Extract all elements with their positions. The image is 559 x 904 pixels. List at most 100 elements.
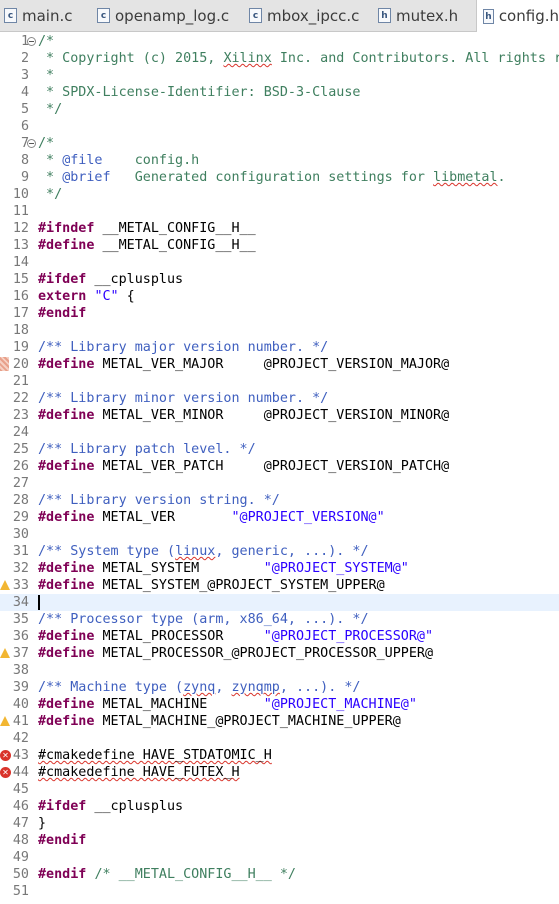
line-number: 31 <box>12 544 29 559</box>
code-line[interactable]: 30 <box>0 526 559 543</box>
code-line[interactable]: 27 <box>0 475 559 492</box>
code-token: , generic, ...). */ <box>215 544 369 559</box>
code-line[interactable]: ✕ 44 #cmakedefine HAVE_FUTEX_H <box>0 764 559 781</box>
code-line[interactable]: 7 /* <box>0 135 559 152</box>
code-line[interactable]: 12 #ifndef __METAL_CONFIG__H__ <box>0 220 559 237</box>
code-line[interactable]: 32 #define METAL_SYSTEM "@PROJECT_SYSTEM@… <box>0 560 559 577</box>
code-line[interactable]: 31 /** System type (linux, generic, ...).… <box>0 543 559 560</box>
code-line[interactable]: 34 <box>0 594 559 611</box>
code-token: METAL_VER <box>94 510 232 525</box>
code-line[interactable]: 40 #define METAL_MACHINE "@PROJECT_MACHIN… <box>0 696 559 713</box>
line-number: 51 <box>12 884 29 899</box>
code-line[interactable]: 23 #define METAL_VER_MINOR @PROJECT_VERSI… <box>0 407 559 424</box>
code-line[interactable]: 6 <box>0 118 559 135</box>
code-line[interactable]: 4 * SPDX-License-Identifier: BSD-3-Claus… <box>0 84 559 101</box>
code-line[interactable]: 38 <box>0 662 559 679</box>
line-number: 13 <box>12 238 29 253</box>
line-number: 18 <box>12 323 29 338</box>
code-token: Inc. and Contributors. All rights r <box>271 51 559 66</box>
code-line[interactable]: 5 */ <box>0 101 559 118</box>
code-line[interactable]: 46 #ifdef __cplusplus <box>0 798 559 815</box>
code-line[interactable]: 16 extern "C" { <box>0 288 559 305</box>
fold-toggle-icon[interactable] <box>27 139 36 148</box>
line-number: 33 <box>12 578 29 593</box>
code-line[interactable]: 49 <box>0 849 559 866</box>
code-line[interactable]: 21 <box>0 373 559 390</box>
code-line[interactable]: 15 #ifdef __cplusplus <box>0 271 559 288</box>
code-line[interactable]: 18 <box>0 322 559 339</box>
code-token: @brief <box>62 170 111 185</box>
code-line[interactable]: 47} <box>0 815 559 832</box>
code-line[interactable]: 22 /** Library minor version number. */ <box>0 390 559 407</box>
code-text: #cmakedefine HAVE_STDATOMIC_H <box>38 747 272 764</box>
line-number: 21 <box>12 374 29 389</box>
code-line[interactable]: 19 /** Library major version number. */ <box>0 339 559 356</box>
line-number: 44 <box>12 765 29 780</box>
code-line[interactable]: 41 #define METAL_MACHINE_@PROJECT_MACHINE… <box>0 713 559 730</box>
code-token: #cmakedefine HAVE_STDATOMIC_H <box>38 748 272 763</box>
code-text: /** Processor type (arm, x86_64, ...). *… <box>38 611 369 628</box>
line-number: 7 <box>20 136 29 151</box>
line-number: 1 <box>20 34 29 49</box>
code-line[interactable]: 17 #endif <box>0 305 559 322</box>
code-text: /** System type (linux, generic, ...). *… <box>38 543 369 560</box>
line-number: 39 <box>12 680 29 695</box>
tab-config-h[interactable]: h config.h <box>476 0 559 32</box>
code-token: #define <box>38 714 95 729</box>
code-token: #ifdef <box>38 799 87 814</box>
code-token: { <box>118 289 135 304</box>
code-text: #define METAL_PROCESSOR_@PROJECT_PROCESS… <box>38 645 433 662</box>
code-text: /* <box>38 135 54 152</box>
code-line[interactable]: 42 <box>0 730 559 747</box>
code-line[interactable]: 1 /* <box>0 33 559 50</box>
code-line[interactable]: 2 * Copyright (c) 2015, Xilinx Inc. and … <box>0 50 559 67</box>
code-line[interactable]: 29 #define METAL_VER "@PROJECT_VERSION@" <box>0 509 559 526</box>
code-line[interactable]: 45 <box>0 781 559 798</box>
code-text: /** Machine type (zynq, zynqmp, ...). */ <box>38 679 361 696</box>
code-line[interactable]: 14 <box>0 254 559 271</box>
tab-mutex-h[interactable]: h mutex.h <box>378 0 458 31</box>
code-line[interactable]: 48 #endif <box>0 832 559 849</box>
line-number: 49 <box>12 850 29 865</box>
code-line[interactable]: 37 #define METAL_PROCESSOR_@PROJECT_PROCE… <box>0 645 559 662</box>
code-line[interactable]: 28 /** Library version string. */ <box>0 492 559 509</box>
code-line[interactable]: 24 <box>0 424 559 441</box>
editor-tab-bar: c main.c c openamp_log.c c mbox_ipcc.c h… <box>0 0 559 32</box>
code-text: #endif <box>38 832 86 849</box>
code-text: /** Library patch level. */ <box>38 441 256 458</box>
line-number: 2 <box>20 51 29 66</box>
code-token: #define <box>38 561 95 576</box>
code-line[interactable]: 8 * @file config.h <box>0 152 559 169</box>
code-line[interactable]: 10 */ <box>0 186 559 203</box>
line-number: 8 <box>20 153 29 168</box>
line-number: 34 <box>12 595 29 610</box>
tab-label: main.c <box>22 6 73 25</box>
code-line[interactable]: 11 <box>0 203 559 220</box>
line-number: 23 <box>12 408 29 423</box>
code-text: #define METAL_PROCESSOR "@PROJECT_PROCES… <box>38 628 433 645</box>
fold-toggle-icon[interactable] <box>27 37 36 46</box>
code-token: __cplusplus <box>86 799 184 814</box>
code-line[interactable]: 33 #define METAL_SYSTEM_@PROJECT_SYSTEM_U… <box>0 577 559 594</box>
code-line[interactable]: 39 /** Machine type (zynq, zynqmp, ...). … <box>0 679 559 696</box>
code-token: #define <box>38 238 95 253</box>
code-line[interactable]: 13 #define __METAL_CONFIG__H__ <box>0 237 559 254</box>
code-line[interactable]: 25 /** Library patch level. */ <box>0 441 559 458</box>
code-token: #define <box>38 646 95 661</box>
code-line[interactable]: 9 * @brief Generated configuration setti… <box>0 169 559 186</box>
code-line[interactable]: 26 #define METAL_VER_PATCH @PROJECT_VERSI… <box>0 458 559 475</box>
code-editor[interactable]: 1/* 2 * Copyright (c) 2015, Xilinx Inc. a… <box>0 32 559 904</box>
code-line[interactable]: 35 /** Processor type (arm, x86_64, ...).… <box>0 611 559 628</box>
code-line[interactable]: 3 * <box>0 67 559 84</box>
code-line[interactable]: 20 #define METAL_VER_MAJOR @PROJECT_VERSI… <box>0 356 559 373</box>
code-text: /** Library minor version number. */ <box>38 390 328 407</box>
code-line[interactable]: 36 #define METAL_PROCESSOR "@PROJECT_PROC… <box>0 628 559 645</box>
code-line[interactable]: 51 <box>0 883 559 900</box>
tab-openamp-log-c[interactable]: c openamp_log.c <box>97 0 229 31</box>
line-number: 5 <box>20 102 29 117</box>
code-line[interactable]: ✕ 43 #cmakedefine HAVE_STDATOMIC_H <box>0 747 559 764</box>
tab-main-c[interactable]: c main.c <box>4 0 73 31</box>
code-token: "@PROJECT_VERSION@" <box>231 510 385 525</box>
code-line[interactable]: 50 #endif /* __METAL_CONFIG__H__ */ <box>0 866 559 883</box>
tab-mbox-ipcc-c[interactable]: c mbox_ipcc.c <box>249 0 359 31</box>
